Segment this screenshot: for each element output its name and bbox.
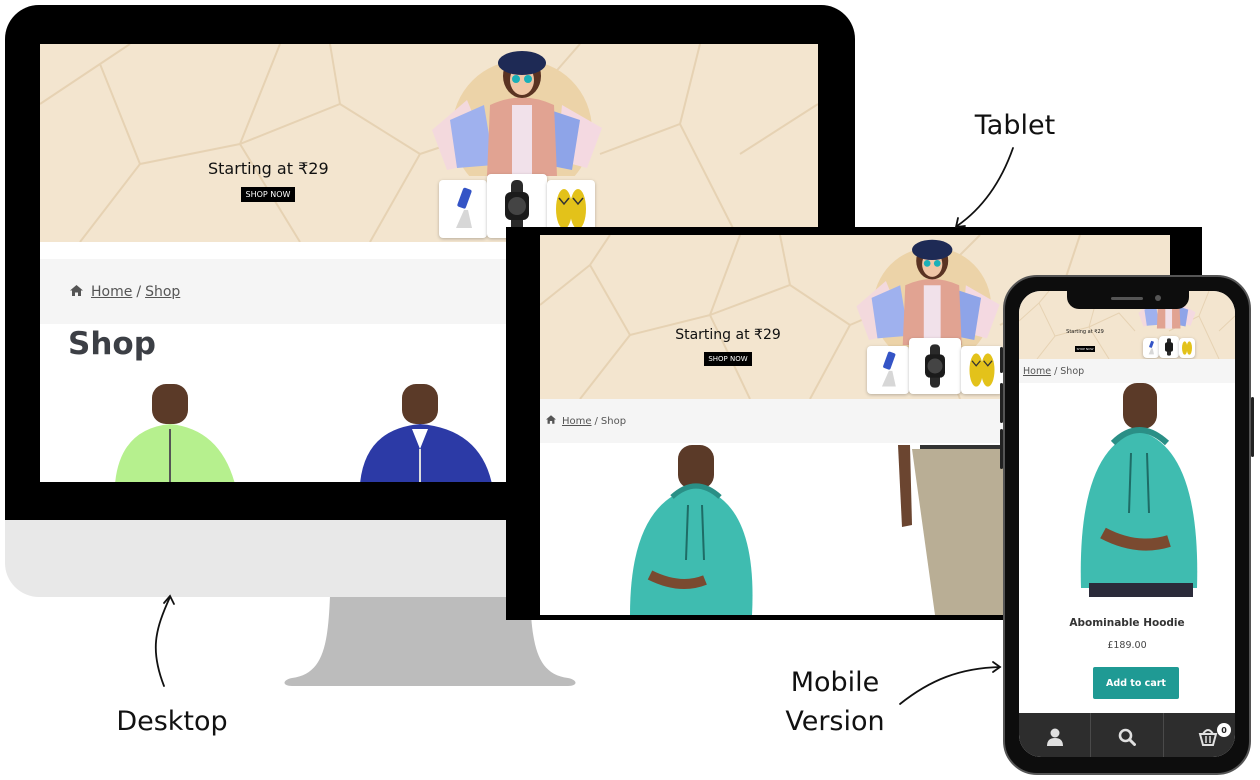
phone-notch bbox=[1067, 291, 1189, 309]
shop-now-button[interactable]: SHOP NOW bbox=[704, 352, 752, 366]
breadcrumb-shop-link[interactable]: Shop bbox=[145, 284, 180, 300]
flip-flops-icon bbox=[556, 189, 586, 229]
product-price: £189.00 bbox=[1107, 640, 1147, 651]
mobile-device: Starting at ₹29 SHOP NOW Home / Shop Abo… bbox=[1000, 275, 1254, 775]
tablet-label: Tablet bbox=[974, 110, 1056, 141]
account-button[interactable] bbox=[1019, 713, 1092, 757]
product-card-khaki-pants[interactable] bbox=[898, 445, 1020, 615]
breadcrumb-current: Shop bbox=[600, 415, 627, 427]
breadcrumb-current: Shop bbox=[1060, 365, 1085, 377]
mobile-label-line1: Mobile bbox=[790, 667, 880, 698]
flip-flops-thumb bbox=[1179, 338, 1195, 358]
smartwatch-thumb bbox=[1159, 336, 1179, 358]
hero-banner[interactable]: Starting at ₹29 SHOP NOW bbox=[40, 44, 818, 242]
phone-volume-down bbox=[1000, 429, 1003, 469]
shopping-model-image bbox=[856, 239, 1000, 347]
desktop-arrowhead bbox=[163, 594, 175, 605]
tablet-arrowhead bbox=[954, 217, 966, 229]
breadcrumb-separator: / bbox=[136, 283, 142, 300]
home-icon bbox=[546, 415, 556, 427]
product-card-blue-jacket[interactable] bbox=[360, 384, 492, 482]
smartwatch-thumb bbox=[909, 338, 961, 394]
breadcrumb-separator: / bbox=[1054, 365, 1058, 377]
breadcrumb-home-link[interactable]: Home bbox=[91, 284, 132, 300]
cart-count-badge: 0 bbox=[1216, 723, 1231, 737]
flip-flops-icon bbox=[1182, 341, 1192, 355]
phone-side-button bbox=[1000, 347, 1003, 373]
breadcrumb-separator: / bbox=[594, 415, 598, 427]
smartwatch-icon bbox=[925, 344, 945, 388]
mobile-label: Mobile Version bbox=[770, 663, 900, 741]
desktop-label: Desktop bbox=[116, 706, 228, 737]
phone-camera bbox=[1155, 295, 1161, 301]
mobile-arrow bbox=[899, 666, 1001, 705]
phone-stand-icon bbox=[881, 351, 896, 387]
home-icon bbox=[70, 284, 83, 300]
mobile-footer-bar: 0 bbox=[1019, 713, 1235, 757]
search-icon bbox=[1118, 728, 1136, 746]
add-to-cart-button[interactable]: Add to cart bbox=[1093, 667, 1179, 699]
breadcrumb-home-link[interactable]: Home bbox=[562, 416, 592, 427]
phone-volume-up bbox=[1000, 383, 1003, 423]
breadcrumb: Home / Shop bbox=[1019, 359, 1235, 383]
hero-text: Starting at ₹29 SHOP NOW bbox=[208, 159, 329, 202]
flip-flops-thumb bbox=[961, 346, 1003, 394]
smartwatch-icon bbox=[1165, 338, 1173, 356]
mobile-label-line2: Version bbox=[785, 706, 885, 738]
breadcrumb-home-link[interactable]: Home bbox=[1023, 366, 1051, 377]
shop-now-button[interactable]: SHOP NOW bbox=[1074, 346, 1096, 352]
hero-text: Starting at ₹29 SHOP NOW bbox=[1055, 329, 1115, 354]
phone-speaker bbox=[1111, 297, 1143, 300]
shop-now-button[interactable]: SHOP NOW bbox=[240, 187, 296, 202]
flip-flops-icon bbox=[969, 353, 995, 387]
mobile-screen: Starting at ₹29 SHOP NOW Home / Shop Abo… bbox=[1019, 291, 1235, 757]
hero-product-thumbs bbox=[1143, 336, 1195, 358]
phone-stand-thumb bbox=[439, 180, 487, 238]
smartwatch-icon bbox=[505, 180, 529, 232]
cart-button[interactable]: 0 bbox=[1164, 713, 1235, 757]
tablet-arrow bbox=[956, 147, 1014, 227]
hero-product-thumbs bbox=[867, 338, 1003, 394]
mobile-arrowhead bbox=[992, 661, 1002, 673]
hero-title: Starting at ₹29 bbox=[208, 159, 329, 178]
search-button[interactable] bbox=[1091, 713, 1164, 757]
product-card-green-jacket[interactable] bbox=[115, 384, 235, 482]
account-icon bbox=[1046, 728, 1063, 746]
phone-power-button bbox=[1251, 397, 1254, 457]
hero-text: Starting at ₹29 SHOP NOW bbox=[673, 327, 783, 366]
hero-title: Starting at ₹29 bbox=[1066, 329, 1104, 335]
phone-stand-icon bbox=[1148, 340, 1154, 355]
shopping-model-image bbox=[432, 51, 602, 176]
phone-stand-icon bbox=[456, 187, 472, 228]
product-image[interactable] bbox=[1067, 383, 1211, 597]
phone-stand-thumb bbox=[1143, 338, 1159, 358]
product-title[interactable]: Abominable Hoodie bbox=[1019, 617, 1235, 629]
hero-title: Starting at ₹29 bbox=[675, 327, 781, 343]
phone-stand-thumb bbox=[867, 346, 909, 394]
page-title: Shop bbox=[68, 326, 156, 362]
desktop-arrow bbox=[154, 596, 171, 687]
product-card-teal-hoodie[interactable] bbox=[630, 445, 753, 615]
